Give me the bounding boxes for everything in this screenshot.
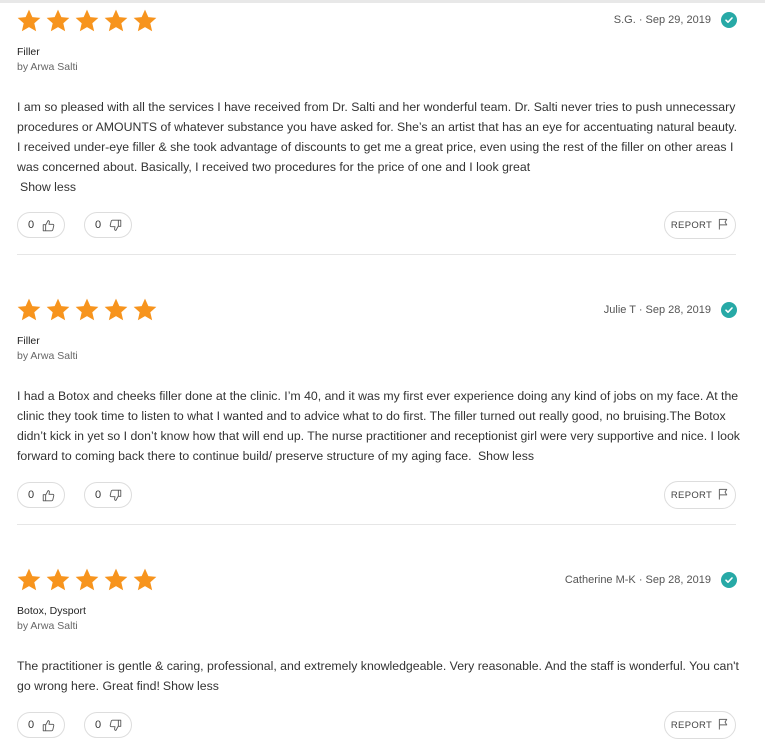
downvote-count: 0 [95, 489, 102, 501]
show-less-link[interactable]: Show less [20, 180, 76, 194]
review-body: I had a Botox and cheeks filler done at … [17, 389, 740, 463]
provider-byline: by Arwa Salti [17, 620, 78, 632]
author-date: S.G. · Sep 29, 2019 [613, 14, 711, 26]
procedure-name: Botox, Dysport [17, 605, 86, 617]
downvote-count: 0 [95, 719, 102, 731]
downvote-button[interactable]: 0 [84, 212, 132, 238]
thumbs-up-icon [42, 489, 55, 502]
upvote-button[interactable]: 0 [17, 712, 65, 738]
star-icon [132, 297, 158, 323]
star-icon [45, 567, 71, 593]
upvote-button[interactable]: 0 [17, 482, 65, 508]
star-icon [45, 297, 71, 323]
star-icon [74, 567, 100, 593]
review-body: The practitioner is gentle & caring, pro… [17, 659, 739, 693]
show-less-link[interactable]: Show less [163, 679, 219, 693]
upvote-count: 0 [28, 719, 35, 731]
star-icon [103, 567, 129, 593]
verified-check-icon [721, 12, 737, 28]
thumbs-down-icon [109, 219, 122, 232]
provider-byline: by Arwa Salti [17, 350, 78, 362]
star-rating [16, 297, 158, 323]
report-label: REPORT [670, 219, 713, 231]
review-text: I had a Botox and cheeks filler done at … [17, 386, 741, 466]
star-icon [132, 567, 158, 593]
downvote-count: 0 [95, 219, 102, 231]
show-less-link[interactable]: Show less [478, 449, 534, 463]
report-label: REPORT [670, 719, 713, 731]
report-label: REPORT [670, 489, 713, 501]
review-meta: Julie T · Sep 28, 2019 [604, 302, 737, 318]
report-button[interactable]: REPORT [664, 711, 736, 739]
star-icon [103, 8, 129, 34]
procedure-name: Filler [17, 46, 40, 58]
star-icon [16, 297, 42, 323]
top-edge [0, 0, 765, 3]
review-meta: Catherine M-K · Sep 28, 2019 [565, 572, 737, 588]
star-icon [74, 8, 100, 34]
review-text: I am so pleased with all the services I … [17, 97, 741, 197]
thumbs-down-icon [109, 489, 122, 502]
author-date: Julie T · Sep 28, 2019 [603, 304, 711, 316]
provider-byline: by Arwa Salti [17, 61, 78, 73]
verified-check-icon [721, 302, 737, 318]
thumbs-down-icon [109, 719, 122, 732]
star-icon [16, 567, 42, 593]
upvote-button[interactable]: 0 [17, 212, 65, 238]
star-icon [16, 8, 42, 34]
star-rating [16, 567, 158, 593]
star-icon [103, 297, 129, 323]
review-body: I am so pleased with all the services I … [17, 100, 738, 174]
verified-check-icon [721, 572, 737, 588]
author-date: Catherine M-K · Sep 28, 2019 [564, 574, 711, 586]
downvote-button[interactable]: 0 [84, 482, 132, 508]
thumbs-up-icon [42, 219, 55, 232]
review-meta: S.G. · Sep 29, 2019 [614, 12, 737, 28]
star-rating [16, 8, 158, 34]
star-icon [45, 8, 71, 34]
upvote-count: 0 [28, 219, 35, 231]
upvote-count: 0 [28, 489, 35, 501]
thumbs-up-icon [42, 719, 55, 732]
star-icon [132, 8, 158, 34]
review-text: The practitioner is gentle & caring, pro… [17, 656, 741, 696]
review-divider [17, 254, 736, 255]
downvote-button[interactable]: 0 [84, 712, 132, 738]
flag-icon [718, 218, 729, 233]
review-divider [17, 524, 736, 525]
report-button[interactable]: REPORT [664, 481, 736, 509]
star-icon [74, 297, 100, 323]
procedure-name: Filler [17, 335, 40, 347]
report-button[interactable]: REPORT [664, 211, 736, 239]
flag-icon [718, 718, 729, 733]
flag-icon [718, 488, 729, 503]
